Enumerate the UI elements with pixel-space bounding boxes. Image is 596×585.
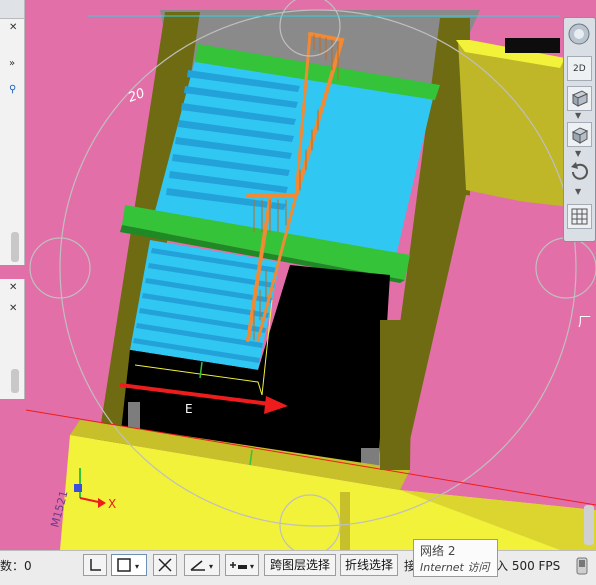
- search-icon[interactable]: ⚲: [9, 84, 16, 95]
- right-edge-scrollbar[interactable]: [584, 505, 594, 545]
- left-panel-bottom[interactable]: ✕ ✕: [0, 279, 25, 399]
- 3d-viewport[interactable]: X 20 M1521 E 厂: [0, 0, 596, 550]
- status-count-label: 数：0: [0, 559, 32, 573]
- svg-text:▾: ▾: [135, 562, 139, 571]
- snap-mode-button[interactable]: ▾: [111, 554, 147, 576]
- angle-button[interactable]: ▾: [184, 554, 220, 576]
- 2d-view-icon[interactable]: 2D: [567, 56, 592, 81]
- left-panel-top-titlebar: [0, 0, 24, 19]
- status-bar: 数：0 ▾ ▾ ▾ 跨图层选择 折线选择 接 输入 500 FPS: [0, 550, 596, 585]
- ortho-button[interactable]: [83, 554, 107, 576]
- chevron-down-icon[interactable]: ▼: [575, 111, 581, 120]
- small-e-label: E: [185, 402, 193, 416]
- right-block-dark: [505, 38, 560, 53]
- layer-grid-icon[interactable]: [567, 204, 592, 229]
- full-navigation-wheel-icon[interactable]: [567, 22, 592, 47]
- left-panel-bottom-scrollbar[interactable]: [11, 369, 19, 393]
- bottom-wall-divider: [340, 492, 350, 550]
- cube-view-icon[interactable]: [567, 86, 592, 111]
- factory-label: 厂: [578, 315, 591, 330]
- polyline-select-button[interactable]: 折线选择: [340, 554, 398, 576]
- network-tooltip: 网络 2 Internet 访问: [413, 539, 498, 577]
- double-chevron-icon[interactable]: »: [9, 58, 15, 69]
- toggle-switch[interactable]: [574, 556, 592, 576]
- tooltip-internet-label: Internet 访问: [420, 561, 490, 574]
- right-wall-olive-2: [380, 320, 412, 470]
- cross-button[interactable]: [153, 554, 177, 576]
- svg-text:▾: ▾: [209, 562, 213, 571]
- left-panel-top-scrollbar[interactable]: [11, 232, 19, 262]
- orbit-icon[interactable]: [567, 160, 592, 185]
- lineweight-button[interactable]: ▾: [225, 554, 259, 576]
- close-icon[interactable]: ✕: [9, 22, 17, 33]
- ucs-x-label: X: [108, 497, 116, 511]
- chevron-down-icon[interactable]: ▼: [575, 187, 581, 196]
- close-icon[interactable]: ✕: [9, 303, 17, 314]
- chevron-down-icon[interactable]: ▼: [575, 149, 581, 158]
- close-icon[interactable]: ✕: [9, 282, 17, 293]
- svg-text:▾: ▾: [250, 562, 254, 571]
- navigation-bar[interactable]: 2D ▼ ▼ ▼: [563, 17, 596, 242]
- box-view-icon[interactable]: [567, 122, 592, 147]
- cross-layer-select-button[interactable]: 跨图层选择: [264, 554, 336, 576]
- tooltip-network-label: 网络 2: [420, 544, 456, 558]
- 2d-view-label: 2D: [573, 64, 586, 74]
- left-panel-top[interactable]: ✕ » ⚲: [0, 0, 25, 265]
